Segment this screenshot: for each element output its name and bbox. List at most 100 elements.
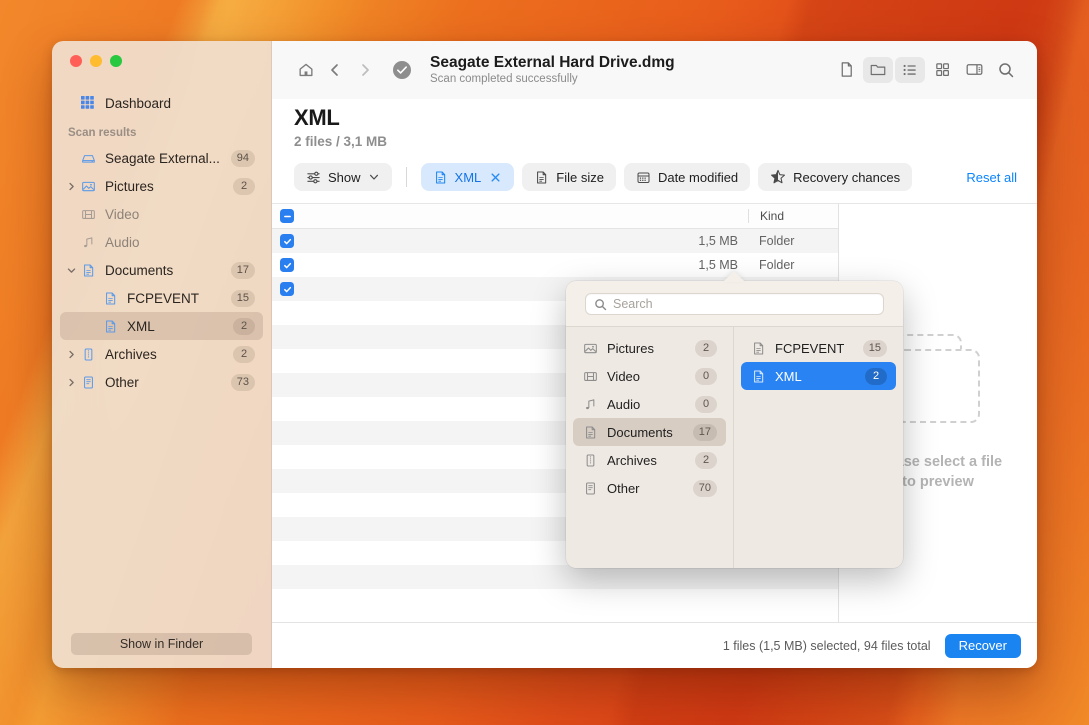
popover-item-label: FCPEVENT [775,340,845,356]
grid-view-icon[interactable] [927,57,957,83]
home-icon[interactable] [292,56,320,84]
document-icon [433,170,448,185]
status-bar: 1 files (1,5 MB) selected, 94 files tota… [272,622,1037,668]
chevron-right-icon[interactable] [351,56,379,84]
popover-subcategory-fcpevent[interactable]: FCPEVENT 15 [741,334,896,362]
filter-chip-file-size[interactable]: File size [522,163,616,191]
document-icon [100,319,120,334]
popover-arrow [723,271,745,282]
chevron-down-icon[interactable] [64,266,78,275]
row-checkbox[interactable] [272,282,302,296]
sliders-icon [306,170,321,185]
chevron-left-icon[interactable] [321,56,349,84]
file-list-header: Kind [272,204,838,229]
window-subtitle: Scan completed successfully [430,72,578,85]
filter-chip-date-modified[interactable]: Date modified [623,163,751,191]
video-icon [78,207,98,222]
chevron-right-icon[interactable] [64,182,78,191]
sidebar-item-audio[interactable]: Audio [60,228,263,256]
reset-all-button[interactable]: Reset all [966,170,1017,185]
preview-placeholder-line2: to preview [902,474,974,490]
table-row[interactable]: 1,5 MB Folder [272,253,838,277]
popover-item-count: 0 [695,395,717,413]
audio-icon [78,235,98,250]
page-title: XML [294,105,340,130]
table-row[interactable]: 1,5 MB Folder [272,229,838,253]
toolbar: Seagate External Hard Drive.dmg Scan com… [272,41,1037,99]
popover-search-input[interactable] [613,297,875,311]
sidebar-item-count: 15 [230,289,255,307]
checkbox-checked-icon[interactable] [280,234,294,248]
sidebar-item-count: 2 [233,317,255,335]
chevron-right-icon[interactable] [64,378,78,387]
sidebar-item-seagate-external[interactable]: Seagate External... 94 [60,144,263,172]
show-in-finder-button[interactable]: Show in Finder [71,633,252,655]
folder-view-icon[interactable] [863,56,893,83]
row-checkbox[interactable] [272,258,302,272]
popover-category-other[interactable]: Other 70 [573,474,726,502]
close-icon[interactable] [489,171,502,184]
column-header-kind[interactable]: Kind [748,209,838,223]
minimize-button[interactable] [90,55,102,67]
filter-chip-xml[interactable]: XML [420,163,515,191]
show-filter-label: Show [328,169,361,185]
drive-icon [78,151,98,166]
filter-chip-label: XML [454,169,482,185]
popover-search-box[interactable] [585,293,884,315]
star-icon [770,169,786,185]
search-icon[interactable] [991,57,1021,83]
sidebar-item-documents[interactable]: Documents 17 [60,256,263,284]
popover-category-pictures[interactable]: Pictures 2 [573,334,726,362]
sidebar-item-fcpevent[interactable]: FCPEVENT 15 [60,284,263,312]
filter-chip-label: File size [556,169,604,185]
popover-item-label: XML [775,368,802,384]
other-icon [582,481,599,496]
status-text: 1 files (1,5 MB) selected, 94 files tota… [722,638,931,653]
recover-button[interactable]: Recover [944,633,1021,658]
popover-category-archives[interactable]: Archives 2 [573,446,726,474]
toolbar-right-buttons [831,56,1021,83]
popover-item-label: Archives [607,452,657,468]
popover-subcategory-xml[interactable]: XML 2 [741,362,896,390]
popover-item-count: 70 [692,479,717,497]
table-row[interactable] [272,565,838,589]
maximize-button[interactable] [110,55,122,67]
filter-chip-label: Recovery chances [793,169,901,185]
file-size-cell: 1,5 MB [698,234,738,248]
picture-icon [78,179,98,194]
popover-category-video[interactable]: Video 0 [573,362,726,390]
filter-chips: XML File size Date modified Recovery cha… [420,163,913,191]
close-button[interactable] [70,55,82,67]
sidebar-item-count: 2 [233,177,255,195]
select-all-checkbox[interactable] [272,209,302,223]
picture-icon [582,341,599,356]
sidebar-item-other[interactable]: Other 73 [60,368,263,396]
popover-category-documents[interactable]: Documents 17 [573,418,726,446]
sidebar-item-count: 17 [230,261,255,279]
archive-icon [582,453,599,468]
sidebar-item-dashboard[interactable]: Dashboard [60,89,263,117]
main-panel: Seagate External Hard Drive.dmg Scan com… [272,41,1037,668]
placeholder-rect-front [896,349,980,423]
sidebar-item-xml[interactable]: XML 2 [60,312,263,340]
sidebar-item-label: Dashboard [105,95,172,111]
file-view-icon[interactable] [831,57,861,83]
popover-category-audio[interactable]: Audio 0 [573,390,726,418]
chevron-right-icon[interactable] [64,350,78,359]
filter-chip-recovery-chances[interactable]: Recovery chances [758,163,913,191]
checkbox-checked-icon[interactable] [280,282,294,296]
sidebar-item-archives[interactable]: Archives 2 [60,340,263,368]
document-icon [750,341,767,356]
popover-item-count: 2 [695,339,717,357]
page-subtitle: 2 files / 3,1 MB [294,134,388,149]
sidebar-item-pictures[interactable]: Pictures 2 [60,172,263,200]
window-title: Seagate External Hard Drive.dmg [430,53,675,71]
sidebar-item-label: Audio [105,234,140,250]
list-view-icon[interactable] [895,56,925,83]
popover-item-count: 2 [865,367,887,385]
sidebar-item-video[interactable]: Video [60,200,263,228]
show-filter-button[interactable]: Show [294,163,392,191]
checkbox-checked-icon[interactable] [280,258,294,272]
preview-panel-icon[interactable] [959,57,989,83]
row-checkbox[interactable] [272,234,302,248]
